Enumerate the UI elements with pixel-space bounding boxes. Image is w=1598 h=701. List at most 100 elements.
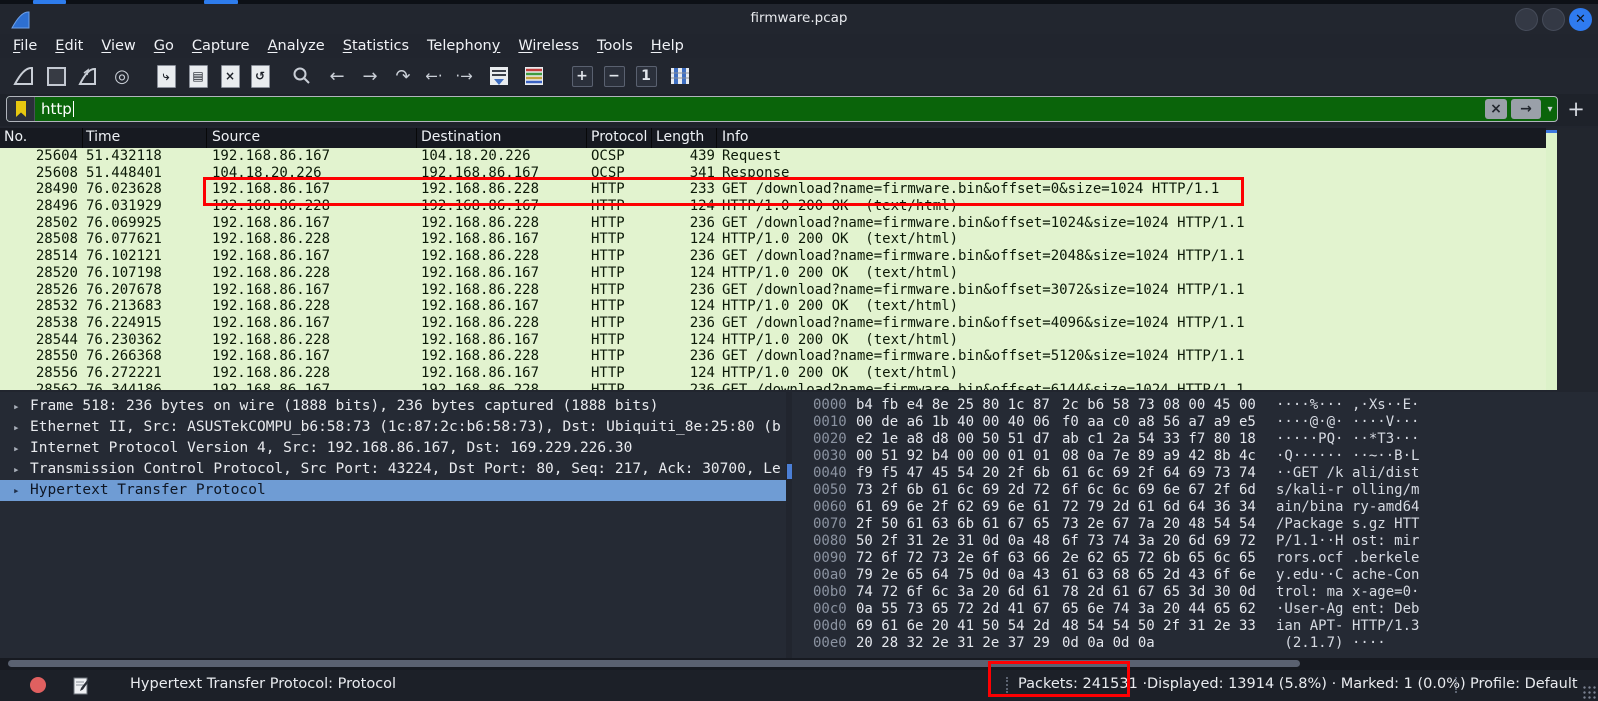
- horizontal-scrollbar-thumb[interactable]: [8, 660, 1300, 667]
- window-resize-grip[interactable]: [1582, 685, 1596, 699]
- packet-list-scrollbar-minimap[interactable]: [1546, 130, 1557, 390]
- hex-row[interactable]: 0060 61 69 6e 2f 62 69 6e 61 72 79 2d 61…: [792, 499, 1598, 516]
- status-separator[interactable]: [1455, 677, 1461, 693]
- hex-row[interactable]: 0020 e2 1e a8 d8 00 50 51 d7 ab c1 2a 54…: [792, 431, 1598, 448]
- go-forward-icon[interactable]: →: [356, 62, 384, 90]
- packet-row[interactable]: 28520 76.107198 192.168.86.228 192.168.8…: [0, 265, 1546, 282]
- filter-clear-button[interactable]: ×: [1485, 99, 1507, 119]
- filter-dropdown-caret-icon[interactable]: ▾: [1543, 97, 1557, 121]
- close-file-icon[interactable]: ×: [216, 62, 244, 90]
- minimize-button[interactable]: [1515, 8, 1538, 31]
- colorize-packets-icon[interactable]: [520, 62, 548, 90]
- menu-item[interactable]: Capture: [183, 34, 259, 58]
- hex-row[interactable]: 00e0 20 28 32 2e 31 2e 37 29 0d 0a 0d 0a…: [792, 635, 1598, 652]
- zoom-out-icon[interactable]: −: [600, 62, 628, 90]
- status-profile[interactable]: Profile: Default: [1470, 676, 1578, 692]
- menu-item[interactable]: Analyze: [259, 34, 334, 58]
- find-packet-icon[interactable]: [288, 62, 316, 90]
- hex-row[interactable]: 0040 f9 f5 47 45 54 20 2f 6b 61 6c 69 2f…: [792, 465, 1598, 482]
- resize-columns-icon[interactable]: [666, 62, 694, 90]
- packet-row[interactable]: 25604 51.432118 192.168.86.167 104.18.20…: [0, 148, 1546, 165]
- column-destination[interactable]: Destination: [421, 129, 501, 145]
- hex-row[interactable]: 0080 50 2f 31 2e 31 0d 0a 48 6f 73 74 3a…: [792, 533, 1598, 550]
- filter-bookmark-icon[interactable]: [7, 97, 35, 121]
- horizontal-scrollbar-track[interactable]: [0, 658, 1598, 670]
- packet-row[interactable]: 28562 76.344186 192.168.86.167 192.168.8…: [0, 382, 1546, 390]
- expert-info-icon[interactable]: [30, 677, 46, 693]
- menu-item[interactable]: Edit: [46, 34, 92, 58]
- detail-row[interactable]: ▸ Transmission Control Protocol, Src Por…: [0, 459, 786, 480]
- go-to-packet-icon[interactable]: ↷: [389, 62, 417, 90]
- capture-options-icon[interactable]: ◎: [108, 62, 136, 90]
- filter-input[interactable]: http: [35, 97, 1483, 121]
- start-capture-icon[interactable]: [10, 62, 38, 90]
- hex-row[interactable]: 0030 00 51 92 b4 00 00 01 01 08 0a 7e 89…: [792, 448, 1598, 465]
- hex-row[interactable]: 0050 73 2f 6b 61 6c 69 2d 72 6f 6c 6c 69…: [792, 482, 1598, 499]
- expand-arrow-icon[interactable]: ▸: [13, 417, 20, 438]
- expand-arrow-icon[interactable]: ▸: [13, 396, 20, 417]
- column-info[interactable]: Info: [722, 129, 749, 145]
- packet-row[interactable]: 28502 76.069925 192.168.86.167 192.168.8…: [0, 215, 1546, 232]
- column-source[interactable]: Source: [212, 129, 260, 145]
- packet-row[interactable]: 28490 76.023628 192.168.86.167 192.168.8…: [0, 181, 1546, 198]
- status-separator[interactable]: [1006, 677, 1012, 693]
- packet-row[interactable]: 28550 76.266368 192.168.86.167 192.168.8…: [0, 348, 1546, 365]
- packet-row[interactable]: 28508 76.077621 192.168.86.228 192.168.8…: [0, 231, 1546, 248]
- zoom-original-icon[interactable]: 1: [632, 62, 660, 90]
- column-time[interactable]: Time: [86, 129, 120, 145]
- packet-row[interactable]: 28514 76.102121 192.168.86.167 192.168.8…: [0, 248, 1546, 265]
- save-file-icon[interactable]: ▤: [184, 62, 212, 90]
- menu-item[interactable]: Go: [145, 34, 183, 58]
- restart-capture-icon[interactable]: [74, 62, 102, 90]
- menu-item[interactable]: Telephony: [418, 34, 509, 58]
- packet-row[interactable]: 25608 51.448401 104.18.20.226 192.168.86…: [0, 165, 1546, 182]
- menu-item[interactable]: Wireless: [509, 34, 588, 58]
- stop-capture-icon[interactable]: [42, 62, 70, 90]
- hex-row[interactable]: 0000 b4 fb e4 8e 25 80 1c 87 2c b6 58 73…: [792, 397, 1598, 414]
- next-packet-icon[interactable]: ·→: [450, 62, 478, 90]
- hex-row[interactable]: 00b0 74 72 6f 6c 3a 20 6d 61 78 2d 61 67…: [792, 584, 1598, 601]
- hex-row[interactable]: 0090 72 6f 72 73 2e 6f 63 66 2e 62 65 72…: [792, 550, 1598, 567]
- packet-row[interactable]: 28556 76.272221 192.168.86.228 192.168.8…: [0, 365, 1546, 382]
- packet-row[interactable]: 28532 76.213683 192.168.86.228 192.168.8…: [0, 298, 1546, 315]
- capture-comment-icon[interactable]: [73, 676, 90, 695]
- packet-row[interactable]: 28544 76.230362 192.168.86.228 192.168.8…: [0, 332, 1546, 349]
- open-file-icon[interactable]: ⤷: [152, 62, 180, 90]
- reload-file-icon[interactable]: ↺: [246, 62, 274, 90]
- display-filter-field[interactable]: http × → ▾: [6, 96, 1558, 122]
- column-length[interactable]: Length: [656, 129, 704, 145]
- packet-no: 28532: [0, 298, 78, 315]
- previous-packet-icon[interactable]: ←·: [420, 62, 448, 90]
- menu-item[interactable]: View: [92, 34, 144, 58]
- column-protocol[interactable]: Protocol: [591, 129, 647, 145]
- menu-item[interactable]: Help: [642, 34, 693, 58]
- detail-row[interactable]: ▸ Ethernet II, Src: ASUSTekCOMPU_b6:58:7…: [0, 417, 786, 438]
- detail-row[interactable]: ▸ Hypertext Transfer Protocol: [0, 480, 786, 501]
- menu-item[interactable]: Statistics: [334, 34, 418, 58]
- packet-row[interactable]: 28496 76.031929 192.168.86.228 192.168.8…: [0, 198, 1546, 215]
- packet-row[interactable]: 28538 76.224915 192.168.86.167 192.168.8…: [0, 315, 1546, 332]
- packet-row[interactable]: 28526 76.207678 192.168.86.167 192.168.8…: [0, 282, 1546, 299]
- maximize-button[interactable]: [1542, 8, 1565, 31]
- expand-arrow-icon[interactable]: ▸: [13, 480, 20, 501]
- hex-offset: 0010: [813, 414, 847, 431]
- zoom-in-icon[interactable]: +: [568, 62, 596, 90]
- menu-item[interactable]: Tools: [588, 34, 642, 58]
- auto-scroll-icon[interactable]: [485, 62, 513, 90]
- detail-row[interactable]: ▸ Internet Protocol Version 4, Src: 192.…: [0, 438, 786, 459]
- expand-arrow-icon[interactable]: ▸: [13, 438, 20, 459]
- column-no[interactable]: No.: [4, 129, 27, 145]
- hex-row[interactable]: 00c0 0a 55 73 65 72 2d 41 67 65 6e 74 3a…: [792, 601, 1598, 618]
- hex-row[interactable]: 00a0 79 2e 65 64 75 0d 0a 43 61 63 68 65…: [792, 567, 1598, 584]
- add-filter-button[interactable]: +: [1564, 97, 1588, 121]
- hex-row[interactable]: 0070 2f 50 61 63 6b 61 67 65 73 2e 67 7a…: [792, 516, 1598, 533]
- detail-row[interactable]: ▸ Frame 518: 236 bytes on wire (1888 bit…: [0, 396, 786, 417]
- hex-row[interactable]: 0010 00 de a6 1b 40 00 40 06 f0 aa c0 a8…: [792, 414, 1598, 431]
- close-button[interactable]: ✕: [1569, 8, 1592, 31]
- go-back-icon[interactable]: ←: [323, 62, 351, 90]
- packet-length: 236: [630, 248, 715, 265]
- hex-row[interactable]: 00d0 69 61 6e 20 41 50 54 2d 48 54 54 50…: [792, 618, 1598, 635]
- filter-apply-button[interactable]: →: [1511, 99, 1541, 119]
- expand-arrow-icon[interactable]: ▸: [13, 459, 20, 480]
- menu-item[interactable]: File: [4, 34, 46, 58]
